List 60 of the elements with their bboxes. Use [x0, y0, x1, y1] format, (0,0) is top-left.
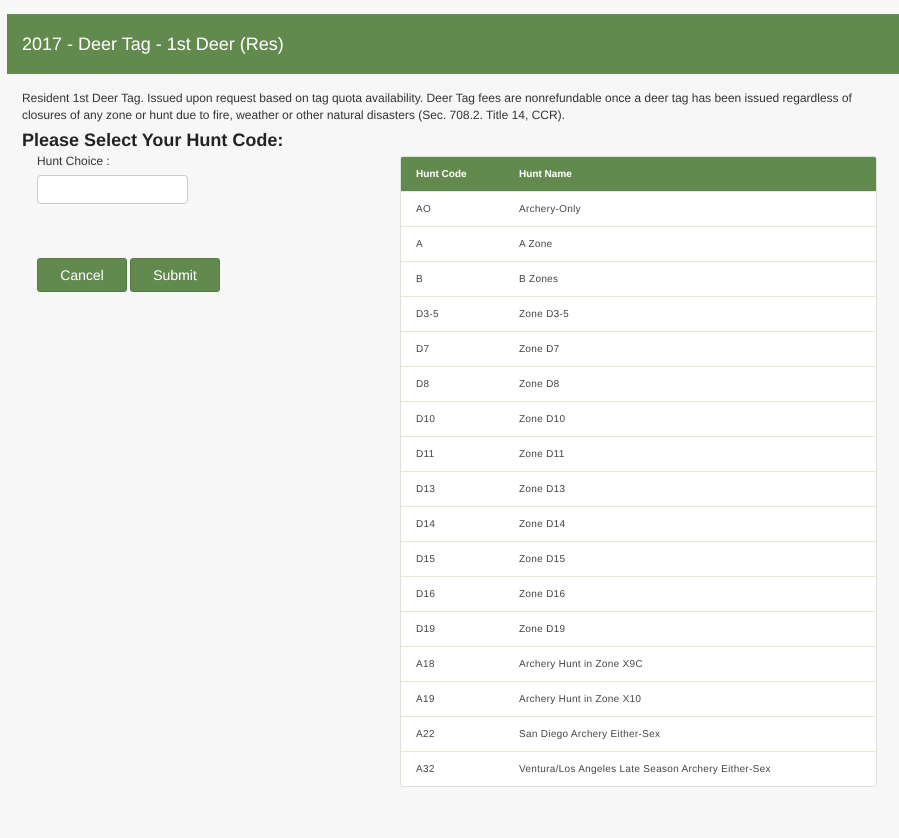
- table-cell-text: B: [415, 274, 424, 284]
- table-cell-text: A32: [415, 764, 436, 774]
- table-cell-text: D15: [415, 554, 436, 564]
- table-cell-text: D19: [415, 624, 436, 634]
- table-cell: Archery Hunt in Zone X10: [519, 694, 642, 704]
- table-row[interactable]: A A Zone: [401, 226, 876, 261]
- table-cell: Zone D16: [519, 588, 566, 600]
- field-label: Hunt Choice :: [37, 154, 110, 168]
- table-cell-text: A18: [415, 658, 436, 670]
- table-cell: Zone D13: [519, 484, 566, 494]
- table-row[interactable]: A22 San Diego Archery Either-Sex: [401, 716, 876, 751]
- table-cell-text: D11: [415, 448, 436, 460]
- table-row[interactable]: D10 Zone D10: [401, 401, 876, 436]
- table-row[interactable]: D16 Zone D16: [401, 576, 876, 611]
- table-cell: Zone D10: [519, 414, 566, 424]
- column-header: Hunt Code: [415, 168, 468, 180]
- table-cell: Zone D14: [519, 518, 566, 530]
- table-cell-text: A: [415, 238, 424, 250]
- table-cell-text: D3-5: [415, 308, 440, 320]
- table-row[interactable]: D8 Zone D8: [401, 366, 876, 401]
- table-cell-text: D14: [415, 518, 436, 530]
- description-text: Resident 1st Deer Tag. Issued upon request based on tag quota availability. Deer Tag fees are nonrefundable once a deer tag has been issued regardless of closures of any zone or hunt due to fire, weather or other natural disasters (Sec. 708.2. Title 14, CCR).: [22, 90, 853, 124]
- table-cell-text: AO: [415, 204, 432, 214]
- table-cell: A Zone: [519, 238, 552, 250]
- table-row[interactable]: A19 Archery Hunt in Zone X10: [401, 681, 876, 716]
- table-cell-text: D13: [415, 484, 436, 494]
- table-row[interactable]: AO Archery-Only: [401, 191, 876, 226]
- table-row[interactable]: D11 Zone D11: [401, 436, 876, 471]
- table-cell: Zone D11: [519, 448, 565, 460]
- table-cell-text: D16: [415, 588, 436, 600]
- table-row[interactable]: A18 Archery Hunt in Zone X9C: [401, 646, 876, 681]
- table-cell-text: D7: [415, 344, 430, 354]
- table-cell: Zone D19: [519, 624, 566, 634]
- table-cell: Archery Hunt in Zone X9C: [519, 658, 643, 670]
- table-cell-text: A19: [415, 694, 436, 704]
- table-cell: Ventura/Los Angeles Late Season Archery Either-Sex: [519, 764, 771, 774]
- table-row[interactable]: A32 Ventura/Los Angeles Late Season Archery Either-Sex: [401, 751, 876, 786]
- table-cell: Archery-Only: [519, 204, 581, 214]
- table-row[interactable]: D14 Zone D14: [401, 506, 876, 541]
- column-header: Hunt Name: [519, 168, 572, 180]
- table-row[interactable]: D15 Zone D15: [401, 541, 876, 576]
- table-row[interactable]: D19 Zone D19: [401, 611, 876, 646]
- table-row[interactable]: D3-5 Zone D3-5: [401, 296, 876, 331]
- hunt-choice-field[interactable]: [37, 175, 188, 204]
- form-button[interactable]: Cancel: [37, 258, 127, 292]
- table-row[interactable]: D7 Zone D7: [401, 331, 876, 366]
- table-row[interactable]: B B Zones: [401, 261, 876, 296]
- table-cell-text: A22: [415, 728, 436, 740]
- table-cell-text: D8: [415, 378, 430, 390]
- form-button[interactable]: Submit: [130, 258, 220, 292]
- table-cell: Zone D3-5: [519, 308, 569, 320]
- table-cell-text: D10: [415, 414, 436, 424]
- page-title: 2017 - Deer Tag - 1st Deer (Res): [22, 34, 284, 54]
- table-cell: B Zones: [519, 274, 558, 284]
- table-cell: San Diego Archery Either-Sex: [519, 728, 660, 740]
- section-heading: Please Select Your Hunt Code:: [22, 130, 284, 151]
- table-row[interactable]: D13 Zone D13: [401, 471, 876, 506]
- table-cell: Zone D15: [519, 554, 566, 564]
- table-cell: Zone D8: [519, 378, 560, 390]
- table-cell: Zone D7: [519, 344, 560, 354]
